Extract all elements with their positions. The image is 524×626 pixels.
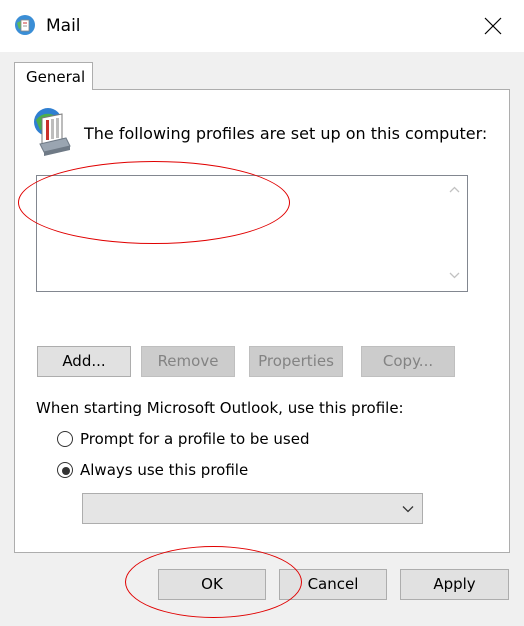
window-title: Mail <box>46 16 81 36</box>
scroll-down-icon[interactable] <box>449 272 460 279</box>
profile-dropdown[interactable] <box>82 493 423 524</box>
copy-button[interactable]: Copy... <box>361 346 455 377</box>
ok-button[interactable]: OK <box>158 569 266 600</box>
profiles-icon <box>30 104 76 156</box>
radio-prompt-label: Prompt for a profile to be used <box>80 430 310 448</box>
radio-always-label: Always use this profile <box>80 461 249 479</box>
radio-circle[interactable] <box>57 462 73 478</box>
tab-general[interactable]: General <box>14 62 93 90</box>
scroll-up-icon[interactable] <box>449 186 460 193</box>
close-button[interactable] <box>470 6 516 46</box>
profiles-heading: The following profiles are set up on thi… <box>84 124 488 143</box>
add-button[interactable]: Add... <box>37 346 131 377</box>
tab-general-label: General <box>26 68 86 86</box>
cancel-button[interactable]: Cancel <box>279 569 387 600</box>
profile-list[interactable] <box>36 175 468 292</box>
mail-profile-icon <box>14 14 36 36</box>
tab-panel-general <box>14 89 510 553</box>
radio-selected-dot <box>62 467 70 475</box>
properties-button[interactable]: Properties <box>249 346 343 377</box>
chevron-down-icon <box>402 506 414 513</box>
radio-circle[interactable] <box>57 431 73 447</box>
startup-label: When starting Microsoft Outlook, use thi… <box>36 399 404 417</box>
close-icon <box>484 17 502 35</box>
list-scrollbar[interactable] <box>443 176 467 291</box>
apply-button[interactable]: Apply <box>400 569 509 600</box>
remove-button[interactable]: Remove <box>141 346 235 377</box>
